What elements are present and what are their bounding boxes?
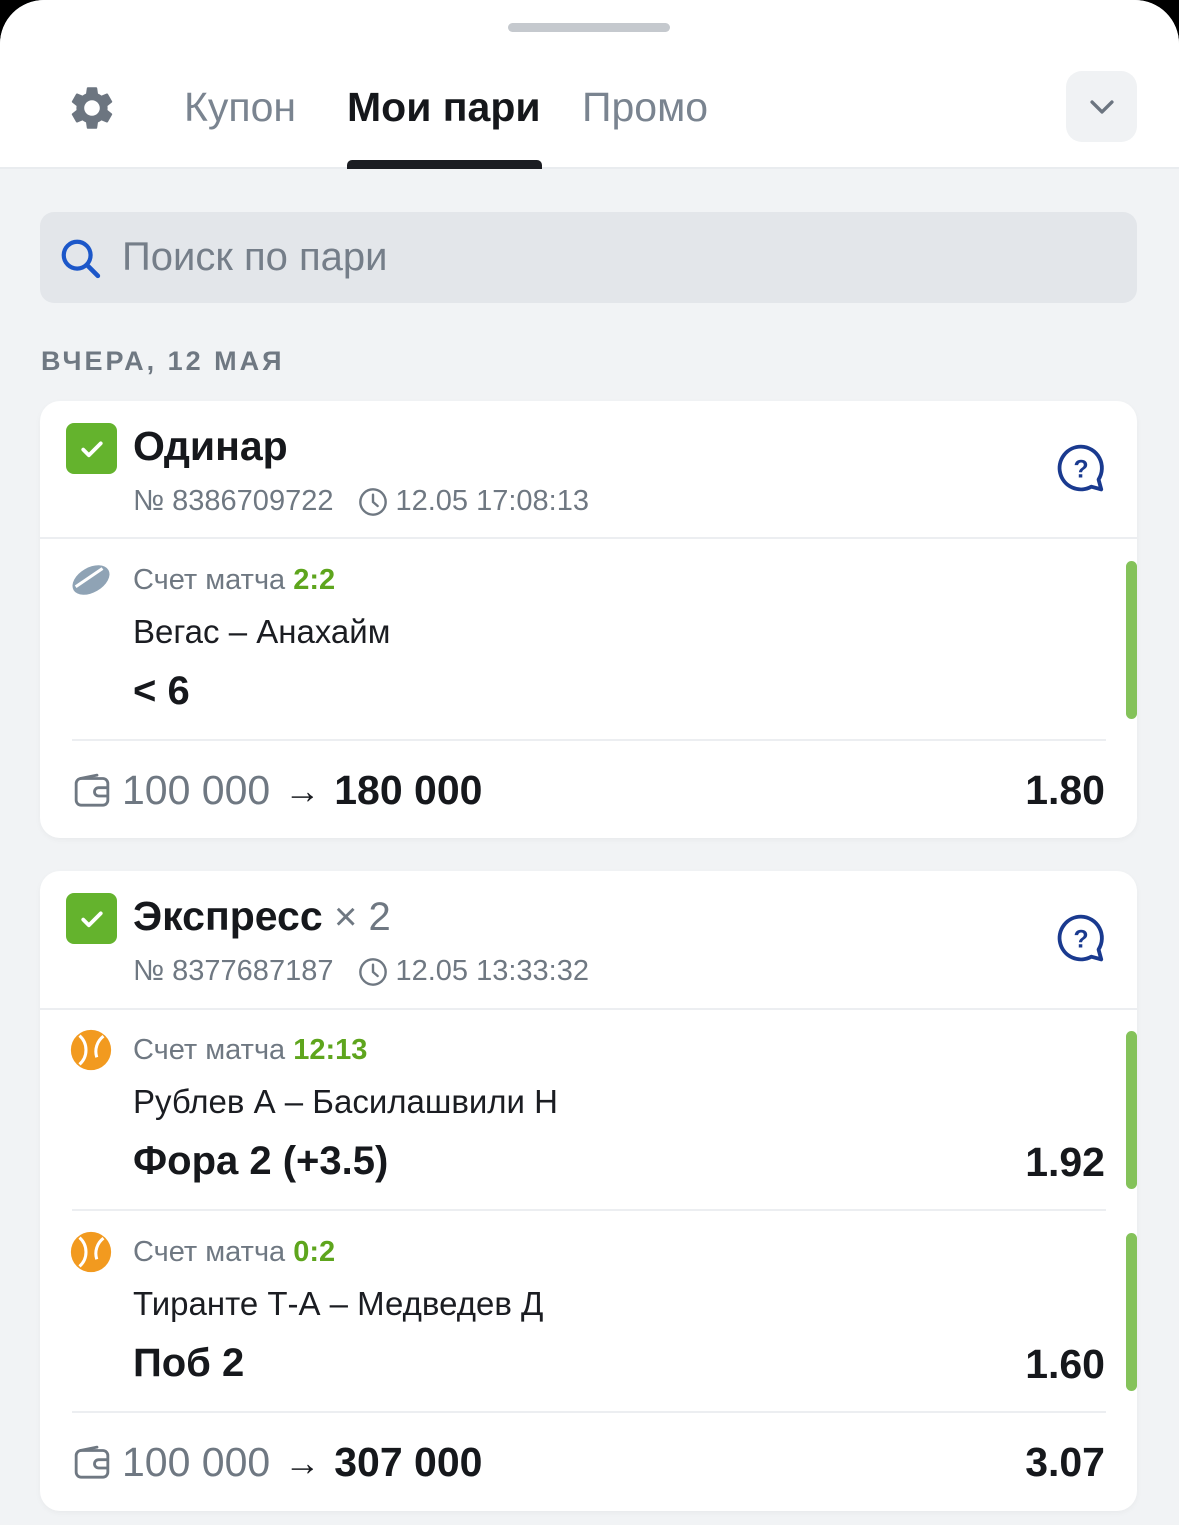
help-chat-icon[interactable]: ?	[1054, 441, 1108, 495]
won-event-indicator	[1126, 1031, 1137, 1189]
won-event-indicator	[1126, 1233, 1137, 1391]
stake-amount: 100 000	[122, 767, 271, 813]
payout-amount: 307 000	[334, 1439, 483, 1485]
bet-meta: № 8386709722 12.05 17:08:13	[133, 485, 589, 518]
match-teams: Вегас – Анахайм	[133, 613, 391, 650]
bet-outcome: Поб 2	[133, 1341, 245, 1385]
chevron-down-icon	[1089, 99, 1114, 114]
event-odd: 1.60	[1025, 1341, 1105, 1387]
arrow-right-icon: →	[284, 769, 321, 811]
checkmark-icon	[80, 911, 103, 927]
express-multiplier: × 2	[334, 895, 391, 939]
tennis-ball-icon	[70, 1231, 112, 1273]
match-score: Счет матча 12:13	[133, 1034, 368, 1066]
stake-payout-row: 100 000 → 180 000	[72, 767, 482, 814]
tab-coupon[interactable]: Купон	[184, 80, 296, 134]
match-teams: Тиранте Т-А – Медведев Д	[133, 1285, 544, 1322]
svg-text:?: ?	[1073, 926, 1088, 953]
search-icon	[61, 239, 101, 279]
won-status-badge	[66, 423, 117, 474]
header: Купон Мои пари Промо	[0, 0, 1179, 169]
bet-meta: № 8377687187 12.05 13:33:32	[133, 955, 589, 988]
bet-card-single[interactable]: Одинар № 8386709722 12.05 17:08:13 ? Сче…	[40, 401, 1137, 838]
bet-outcome: < 6	[133, 669, 190, 713]
active-tab-indicator	[347, 160, 542, 169]
checkmark-icon	[80, 441, 103, 457]
bets-sheet: Купон Мои пари Промо ВЧЕРА, 12 МАЯ Одина…	[0, 0, 1179, 1525]
bet-datetime: 12.05 13:33:32	[395, 955, 589, 987]
total-odd: 3.07	[1025, 1439, 1105, 1485]
divider	[40, 537, 1137, 539]
sheet-grabber[interactable]	[508, 23, 670, 32]
score-value: 0:2	[293, 1236, 336, 1268]
wallet-icon	[74, 1445, 110, 1479]
bet-type-title: Одинар	[133, 423, 288, 469]
clock-icon	[357, 956, 389, 988]
clock-icon	[357, 486, 389, 518]
date-group-label: ВЧЕРА, 12 МАЯ	[41, 346, 285, 376]
bet-card-express[interactable]: Экспресс × 2 № 8377687187 12.05 13:33:32…	[40, 871, 1137, 1511]
match-score: Счет матча 2:2	[133, 564, 336, 596]
bet-number: № 8386709722	[133, 485, 334, 517]
match-teams: Рублев А – Басилашвили Н	[133, 1083, 558, 1120]
search-bar[interactable]	[40, 212, 1137, 303]
wallet-icon	[74, 773, 110, 807]
divider	[72, 1411, 1106, 1413]
tab-my-bets[interactable]: Мои пари	[347, 80, 541, 134]
won-status-badge	[66, 893, 117, 944]
collapse-button[interactable]	[1066, 71, 1137, 142]
score-value: 2:2	[293, 564, 336, 596]
won-event-indicator	[1126, 561, 1137, 719]
match-score: Счет матча 0:2	[133, 1236, 336, 1268]
help-chat-icon[interactable]: ?	[1054, 911, 1108, 965]
event-odd: 1.92	[1025, 1139, 1105, 1185]
score-value: 12:13	[293, 1034, 368, 1066]
search-input[interactable]	[122, 212, 1122, 303]
payout-amount: 180 000	[334, 767, 483, 813]
arrow-right-icon: →	[284, 1441, 321, 1483]
tennis-ball-icon	[70, 1029, 112, 1071]
divider	[40, 1008, 1137, 1010]
bet-outcome: Фора 2 (+3.5)	[133, 1139, 389, 1183]
divider	[72, 1209, 1106, 1211]
bet-type-title: Экспресс × 2	[133, 893, 391, 939]
divider	[72, 739, 1106, 741]
bet-number: № 8377687187	[133, 955, 334, 987]
gear-icon[interactable]	[66, 82, 118, 134]
bet-datetime: 12.05 17:08:13	[395, 485, 589, 517]
tab-promo[interactable]: Промо	[582, 80, 708, 134]
total-odd: 1.80	[1025, 767, 1105, 813]
hockey-puck-icon	[72, 565, 110, 595]
svg-text:?: ?	[1073, 456, 1088, 483]
stake-amount: 100 000	[122, 1439, 271, 1485]
stake-payout-row: 100 000 → 307 000	[72, 1439, 482, 1486]
